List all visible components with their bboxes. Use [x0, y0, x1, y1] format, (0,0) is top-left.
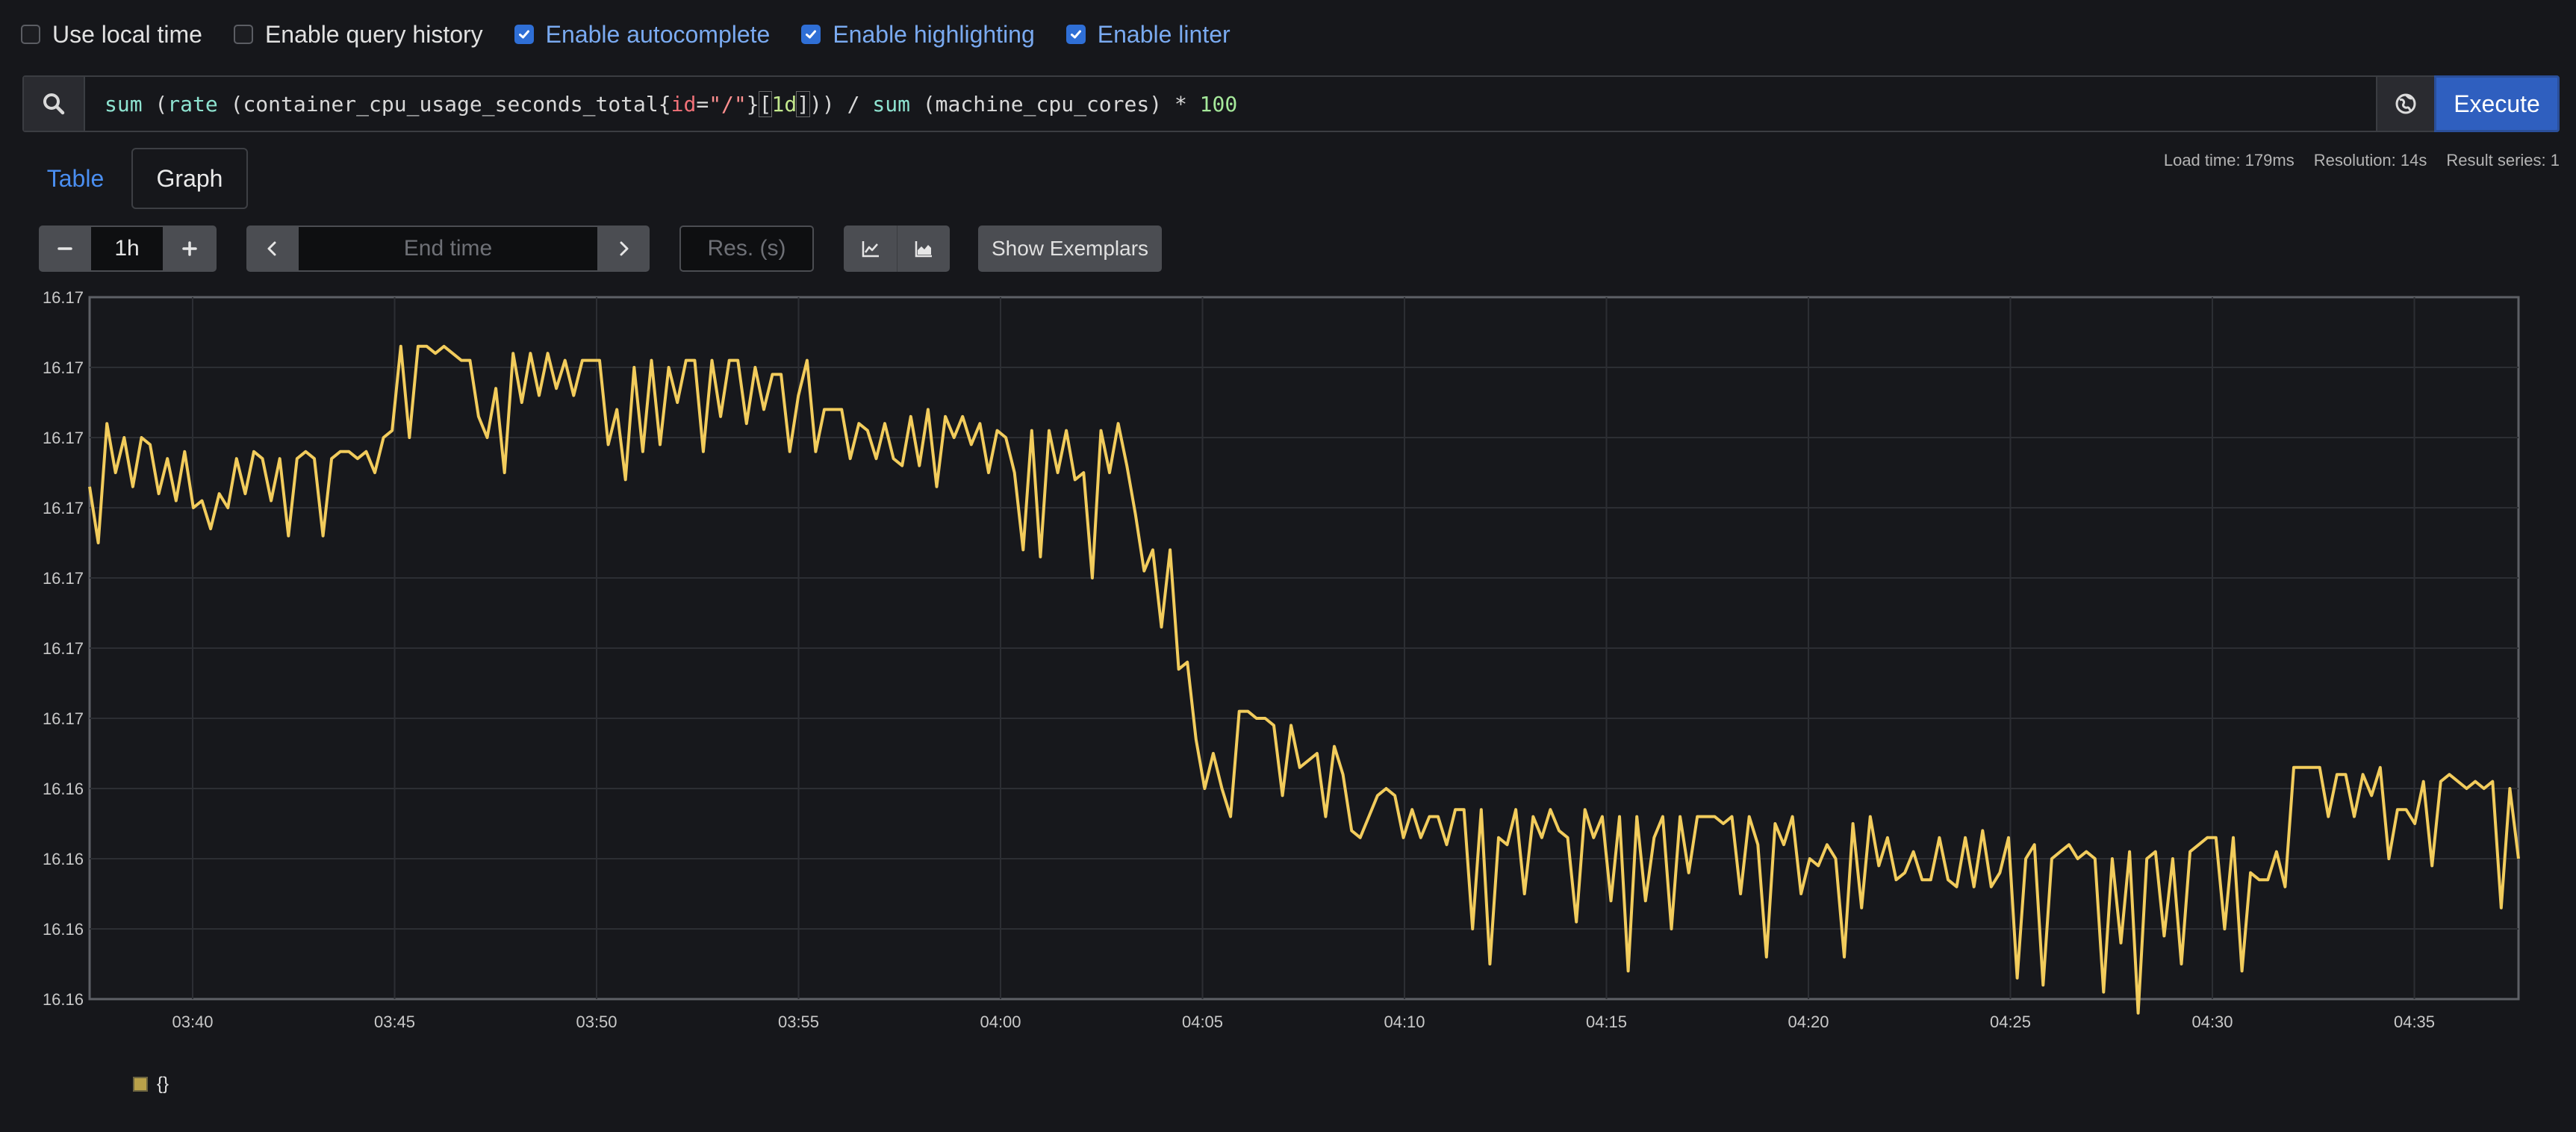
chevron-left-icon: [267, 241, 276, 256]
x-tick-label: 04:30: [2191, 1013, 2233, 1030]
query-token: 1d: [771, 91, 797, 116]
y-tick-label: 16.17: [43, 709, 84, 728]
y-tick-label: 16.17: [43, 569, 84, 588]
load-time: Load time: 179ms: [2163, 151, 2295, 170]
query-token: }: [746, 91, 759, 116]
x-tick-label: 03:55: [778, 1013, 819, 1030]
prometheus-query-page: Use local time Enable query history Enab…: [0, 0, 2576, 1132]
resolution: Resolution: 14s: [2313, 151, 2427, 170]
checkbox-enable-highlighting[interactable]: [801, 25, 821, 44]
query-token: sum: [105, 91, 143, 116]
query-stats: Load time: 179ms Resolution: 14s Result …: [2144, 151, 2560, 170]
stacked-chart-icon: [915, 241, 932, 258]
time-series-chart[interactable]: 16.17 16.17 16.17 16.17 16.17 16.17 16.17 16.16…: [0, 284, 2576, 1030]
metrics-explorer-button[interactable]: [2376, 77, 2434, 131]
checkbox-enable-autocomplete[interactable]: [514, 25, 534, 44]
x-tick-label: 04:20: [1788, 1013, 1829, 1030]
chevron-right-icon: [620, 241, 629, 256]
y-tick-label: 16.17: [43, 358, 84, 377]
end-time-back-button[interactable]: [246, 226, 299, 272]
y-tick-label: 16.16: [43, 780, 84, 798]
option-enable-highlighting[interactable]: Enable highlighting: [801, 20, 1035, 49]
x-tick-label: 03:45: [374, 1013, 415, 1030]
query-token: 100: [1199, 91, 1238, 116]
check-icon: [1070, 30, 1081, 39]
query-token: )) /: [809, 91, 873, 116]
y-tick-label: 16.16: [43, 990, 84, 1009]
y-tick-label: 16.17: [43, 499, 84, 517]
query-token: (container_cpu_usage_seconds_total{: [217, 91, 671, 116]
x-tick-label: 04:00: [980, 1013, 1021, 1030]
x-tick-label: 04:25: [1990, 1013, 2031, 1030]
query-token: [: [758, 90, 773, 117]
stacked-chart-button[interactable]: [897, 226, 950, 272]
y-tick-label: 16.17: [43, 429, 84, 447]
query-token: ]: [796, 90, 811, 117]
options-bar: Use local time Enable query history Enab…: [21, 18, 1262, 51]
option-enable-linter[interactable]: Enable linter: [1065, 20, 1231, 49]
range-decrease-button[interactable]: [39, 226, 91, 272]
range-input[interactable]: 1h: [91, 226, 163, 272]
resolution-input[interactable]: Res. (s): [679, 226, 814, 272]
tab-graph[interactable]: Graph: [131, 148, 248, 209]
y-tick-label: 16.17: [43, 288, 84, 307]
y-tick-label: 16.17: [43, 639, 84, 658]
x-tick-label: 04:05: [1182, 1013, 1223, 1030]
checkbox-enable-linter[interactable]: [1065, 25, 1086, 44]
x-tick-label: 03:40: [172, 1013, 213, 1030]
unstacked-chart-button[interactable]: [844, 226, 897, 272]
checkbox-enable-query-history[interactable]: [233, 25, 253, 44]
line-chart-icon: [862, 241, 879, 258]
check-icon: [806, 30, 817, 39]
query-token: =: [696, 91, 709, 116]
execute-button[interactable]: Execute: [2434, 75, 2560, 132]
graph-panel: 16.17 16.17 16.17 16.17 16.17 16.17 16.17 16.16…: [0, 284, 2576, 1030]
result-series: Result series: 1: [2446, 151, 2560, 170]
x-tick-label: 04:15: [1586, 1013, 1627, 1030]
option-label: Enable highlighting: [833, 20, 1035, 48]
option-enable-query-history[interactable]: Enable query history: [233, 20, 483, 49]
option-label: Use local time: [52, 20, 202, 48]
x-tick-label: 04:35: [2394, 1013, 2435, 1030]
query-token: rate: [167, 91, 218, 116]
search-icon-box: [24, 77, 85, 131]
option-use-local-time[interactable]: Use local time: [21, 21, 202, 49]
query-token: (: [142, 91, 168, 116]
checkbox-use-local-time[interactable]: [21, 25, 40, 44]
legend-swatch[interactable]: [133, 1077, 148, 1092]
option-enable-autocomplete[interactable]: Enable autocomplete: [514, 20, 771, 49]
query-token: id: [671, 91, 697, 116]
globe-icon: [2395, 93, 2416, 114]
y-tick-label: 16.16: [43, 920, 84, 939]
option-label: Enable query history: [264, 20, 483, 48]
query-input[interactable]: sum (rate (container_cpu_usage_seconds_t…: [85, 77, 2376, 131]
show-exemplars-button[interactable]: Show Exemplars: [978, 226, 1162, 272]
end-time-input[interactable]: End time: [299, 226, 597, 272]
check-icon: [518, 30, 529, 39]
query-token: (machine_cpu_cores) *: [909, 91, 1200, 116]
query-token: sum: [872, 91, 910, 116]
tab-table[interactable]: Table: [34, 148, 116, 209]
legend: {}: [133, 1074, 169, 1095]
legend-label: {}: [157, 1074, 169, 1094]
x-tick-label: 03:50: [576, 1013, 617, 1030]
query-token: "/": [709, 91, 747, 116]
minus-icon: [57, 247, 72, 250]
range-increase-button[interactable]: [163, 226, 217, 272]
end-time-forward-button[interactable]: [597, 226, 650, 272]
y-tick-label: 16.16: [43, 850, 84, 868]
x-tick-label: 04:10: [1384, 1013, 1425, 1030]
query-bar: sum (rate (container_cpu_usage_seconds_t…: [22, 75, 2560, 132]
plus-icon: [182, 241, 197, 256]
search-icon: [43, 93, 65, 115]
option-label: Enable autocomplete: [545, 20, 771, 48]
option-label: Enable linter: [1097, 20, 1231, 48]
